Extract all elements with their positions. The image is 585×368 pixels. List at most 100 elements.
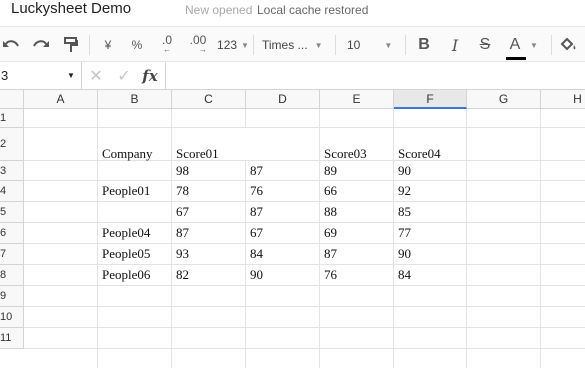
score-cell-d[interactable]: 90 xyxy=(250,267,263,283)
text-color-button[interactable]: A ▼ xyxy=(504,27,544,63)
currency-format-button[interactable]: ¥ xyxy=(99,27,117,63)
score-cell-f[interactable]: 90 xyxy=(398,246,411,262)
score-cell-f[interactable]: 84 xyxy=(398,267,411,283)
score-cell-d[interactable]: 84 xyxy=(250,246,263,262)
score-cell-f[interactable]: 77 xyxy=(398,225,411,241)
currency-label: ¥ xyxy=(104,38,112,52)
score-cell-f[interactable]: 85 xyxy=(398,204,411,220)
score-cell-e[interactable]: 89 xyxy=(324,163,337,179)
score-cell-e[interactable]: 66 xyxy=(324,183,337,199)
row-header-1[interactable]: 1 xyxy=(0,109,24,128)
company-cell[interactable]: People01 xyxy=(102,183,150,199)
grid-vline xyxy=(393,109,394,368)
score-cell-c[interactable]: 87 xyxy=(176,225,189,241)
spreadsheet-grid[interactable]: A B C D E F G H 1 2 3 4 5 6 7 8 9 10 11 Company Score01 Score… xyxy=(0,90,585,368)
toolbar-separator xyxy=(253,35,254,55)
column-header-b[interactable]: B xyxy=(98,90,172,109)
score-cell-e[interactable]: 76 xyxy=(324,267,337,283)
score-cell-e[interactable]: 88 xyxy=(324,204,337,220)
number-format-dropdown[interactable]: 123 ▼ xyxy=(217,27,249,63)
redo-icon[interactable] xyxy=(30,27,52,63)
score-cell-d[interactable]: 87 xyxy=(250,163,263,179)
column-header-a[interactable]: A xyxy=(24,90,98,109)
paint-format-icon[interactable] xyxy=(60,27,82,63)
text-color-swatch xyxy=(506,57,526,60)
increase-decimal-button[interactable]: .00 → xyxy=(186,27,210,63)
chevron-down-icon: ▼ xyxy=(241,40,249,50)
grid-hline xyxy=(24,306,585,307)
grid-vline xyxy=(97,109,98,368)
select-all-corner[interactable] xyxy=(0,90,24,109)
column-header-g[interactable]: G xyxy=(467,90,541,109)
header-cell-e[interactable]: Score03 xyxy=(324,146,367,162)
row-header-7[interactable]: 7 xyxy=(0,244,24,265)
row-header-11[interactable]: 11 xyxy=(0,328,24,349)
chevron-down-icon[interactable]: ▼ xyxy=(67,71,75,80)
number-format-label: 123 xyxy=(217,38,238,52)
font-size-label: 10 xyxy=(347,38,361,52)
score-cell-e[interactable]: 69 xyxy=(324,225,337,241)
row-header-6[interactable]: 6 xyxy=(0,223,24,244)
chevron-down-icon: ▼ xyxy=(530,40,538,50)
italic-label: I xyxy=(451,35,459,55)
header-cell-f[interactable]: Score04 xyxy=(398,146,441,162)
score-cell-c[interactable]: 67 xyxy=(176,204,189,220)
company-cell[interactable]: People04 xyxy=(102,225,150,241)
header-cell-b[interactable]: Company xyxy=(102,146,153,162)
font-size-dropdown[interactable]: 10 ▼ xyxy=(347,27,395,63)
function-icon[interactable]: fx xyxy=(140,66,160,86)
row-header-10[interactable]: 10 xyxy=(0,307,24,328)
cancel-edit-icon[interactable]: ✕ xyxy=(87,66,105,86)
score-cell-d[interactable]: 76 xyxy=(250,183,263,199)
score-cell-d[interactable]: 87 xyxy=(250,204,263,220)
decrease-decimal-label: .0 xyxy=(161,33,172,47)
row-header-5[interactable]: 5 xyxy=(0,202,24,223)
undo-icon[interactable] xyxy=(0,27,22,63)
grid-hline xyxy=(24,127,585,128)
grid-hline xyxy=(24,327,585,328)
column-header-c[interactable]: C xyxy=(172,90,246,109)
bold-button[interactable]: B xyxy=(414,27,434,63)
score-cell-c[interactable]: 82 xyxy=(176,267,189,283)
toolbar-separator xyxy=(89,35,90,55)
score-cell-c[interactable]: 93 xyxy=(176,246,189,262)
percent-format-button[interactable]: % xyxy=(128,27,146,63)
header-cell-c[interactable]: Score01 xyxy=(176,146,219,162)
score-cell-e[interactable]: 87 xyxy=(324,246,337,262)
decrease-decimal-button[interactable]: .0 ← xyxy=(156,27,178,63)
column-header-f[interactable]: F xyxy=(394,90,467,109)
italic-button[interactable]: I xyxy=(445,27,465,63)
score-cell-d[interactable]: 67 xyxy=(250,225,263,241)
column-header-h[interactable]: H xyxy=(541,90,585,109)
company-cell[interactable]: People06 xyxy=(102,267,150,283)
chevron-down-icon: ▼ xyxy=(314,40,323,50)
font-family-label: Times ... xyxy=(262,38,308,52)
column-header-e[interactable]: E xyxy=(320,90,394,109)
text-color-icon: A xyxy=(504,36,526,60)
confirm-edit-icon[interactable]: ✓ xyxy=(115,66,133,86)
row-header-8[interactable]: 8 xyxy=(0,265,24,286)
toolbar: ¥ % .0 ← .00 → 123 ▼ Times ... ▼ 10 ▼ B I S… xyxy=(0,26,585,62)
grid-vline xyxy=(171,109,172,368)
score-cell-f[interactable]: 92 xyxy=(398,183,411,199)
chevron-down-icon: ▼ xyxy=(384,40,393,50)
row-header-3[interactable]: 3 xyxy=(0,161,24,181)
font-family-dropdown[interactable]: Times ... ▼ xyxy=(262,27,328,63)
grid-hline xyxy=(24,243,585,244)
grid-hline xyxy=(24,285,585,286)
increase-decimal-label: .00 xyxy=(189,33,207,47)
grid-vline xyxy=(540,109,541,368)
row-header-9[interactable]: 9 xyxy=(0,286,24,307)
score-cell-f[interactable]: 90 xyxy=(398,163,411,179)
row-header-4[interactable]: 4 xyxy=(0,181,24,202)
row-header-2[interactable]: 2 xyxy=(0,128,24,161)
formula-bar: 3 ▼ ✕ ✓ fx xyxy=(0,62,585,90)
company-cell[interactable]: People05 xyxy=(102,246,150,262)
strikethrough-button[interactable]: S xyxy=(475,27,495,63)
fill-color-button[interactable] xyxy=(559,27,585,63)
formula-input[interactable] xyxy=(165,62,585,89)
column-header-d[interactable]: D xyxy=(246,90,320,109)
score-cell-c[interactable]: 78 xyxy=(176,183,189,199)
score-cell-c[interactable]: 98 xyxy=(176,163,189,179)
title-bar: Luckysheet Demo New opened Local cache r… xyxy=(0,0,585,24)
